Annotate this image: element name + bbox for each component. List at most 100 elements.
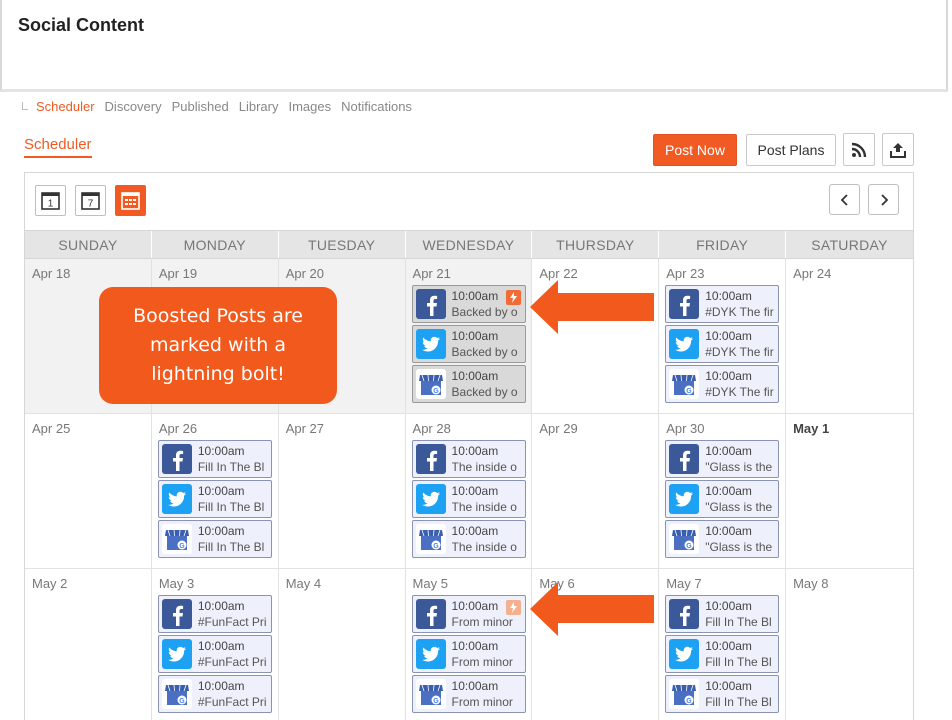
weekday-header-wednesday: WEDNESDAY (406, 231, 533, 258)
sub-navigation: Scheduler Discovery Published Library Im… (22, 99, 422, 114)
scheduled-post-facebook[interactable]: 10:00am Backed by o (411, 285, 526, 323)
scheduled-post-google[interactable]: G 10:00am Backed by o (411, 365, 526, 403)
scheduled-post-twitter[interactable]: 10:00am #DYK The fir (665, 325, 780, 363)
calendar-day-cell[interactable]: May 1 (786, 414, 913, 568)
calendar: 1 7 SUNDAY MONDAY TUESDAY WEDNESDAY THUR… (24, 172, 914, 720)
day-date-label: May 3 (158, 576, 195, 591)
post-preview-text: #FunFact Pri (197, 615, 267, 629)
calendar-day-icon: 1 (41, 192, 60, 210)
twitter-icon (415, 484, 446, 514)
post-plans-button[interactable]: Post Plans (746, 134, 836, 166)
post-time: 10:00am (451, 524, 499, 538)
facebook-icon (415, 289, 446, 319)
post-preview-text: From minor (451, 615, 513, 629)
day-date-label: Apr 22 (539, 266, 578, 281)
month-view-button[interactable] (115, 185, 146, 216)
scheduled-post-google[interactable]: G 10:00am Fill In The Bl (665, 675, 780, 713)
scheduled-post-facebook[interactable]: 10:00am Fill In The Bl (665, 595, 780, 633)
scheduled-post-google[interactable]: G 10:00am The inside o (411, 520, 526, 558)
scheduled-post-twitter[interactable]: 10:00am #FunFact Pri (157, 635, 272, 673)
scheduled-post-google[interactable]: G 10:00am #FunFact Pri (157, 675, 272, 713)
scheduled-post-google[interactable]: G 10:00am "Glass is the (665, 520, 780, 558)
post-now-button[interactable]: Post Now (653, 134, 737, 166)
svg-text:G: G (433, 543, 439, 550)
calendar-day-cell[interactable]: Apr 28 10:00am The inside o 10:00am The insi… (406, 414, 533, 568)
calendar-day-cell[interactable]: Apr 26 10:00am Fill In The Bl 10:00am Fill I… (152, 414, 279, 568)
day-date-label: Apr 20 (285, 266, 324, 281)
scheduled-post-google[interactable]: G 10:00am From minor (411, 675, 526, 713)
scheduled-post-twitter[interactable]: 10:00am "Glass is the (665, 480, 780, 518)
scheduled-post-facebook[interactable]: 10:00am The inside o (411, 440, 526, 478)
scheduled-post-facebook[interactable]: 10:00am #DYK The fir (665, 285, 780, 323)
scheduled-post-twitter[interactable]: 10:00am The inside o (411, 480, 526, 518)
day-date-label: Apr 26 (158, 421, 198, 436)
google-icon: G (669, 679, 700, 709)
twitter-icon (415, 329, 446, 359)
post-preview-text: Backed by o (451, 385, 518, 399)
subnav-item-published[interactable]: Published (172, 99, 229, 114)
post-time: 10:00am (451, 599, 499, 613)
calendar-day-cell[interactable]: May 5 10:00am From minor 10:00am From minor G… (406, 569, 533, 720)
scheduled-post-twitter[interactable]: 10:00am From minor (411, 635, 526, 673)
calendar-day-cell[interactable]: May 7 10:00am Fill In The Bl 10:00am Fill In… (659, 569, 787, 720)
day-date-label: Apr 25 (32, 421, 71, 436)
subnav-item-library[interactable]: Library (239, 99, 279, 114)
subnav-item-notifications[interactable]: Notifications (341, 99, 412, 114)
scheduled-post-twitter[interactable]: 10:00am Fill In The Bl (157, 480, 272, 518)
post-time: 10:00am (197, 484, 245, 498)
scheduled-post-facebook[interactable]: 10:00am #FunFact Pri (157, 595, 272, 633)
post-time: 10:00am (197, 444, 245, 458)
subnav-item-images[interactable]: Images (288, 99, 331, 114)
scheduled-post-facebook[interactable]: 10:00am "Glass is the (665, 440, 780, 478)
post-preview-text: From minor (451, 655, 513, 669)
facebook-icon (669, 444, 700, 474)
svg-text:G: G (686, 388, 692, 395)
google-icon: G (161, 524, 192, 554)
tab-scheduler[interactable]: Scheduler (24, 136, 92, 158)
calendar-day-cell[interactable]: Apr 23 10:00am #DYK The fir 10:00am #DYK The… (659, 259, 787, 413)
day-date-label: Apr 21 (412, 266, 451, 281)
calendar-day-cell[interactable]: Apr 29 (532, 414, 660, 568)
scheduled-post-facebook[interactable]: 10:00am From minor (411, 595, 526, 633)
post-preview-text: Fill In The Bl (197, 500, 265, 514)
post-preview-text: #DYK The fir (705, 305, 774, 319)
export-button[interactable] (882, 133, 914, 166)
previous-month-button[interactable] (829, 184, 860, 215)
post-preview-text: #FunFact Pri (197, 695, 267, 709)
rss-icon (851, 142, 867, 157)
scheduled-post-google[interactable]: G 10:00am Fill In The Bl (157, 520, 272, 558)
calendar-day-cell[interactable]: May 4 (279, 569, 406, 720)
svg-text:G: G (686, 698, 692, 705)
twitter-icon (161, 484, 192, 514)
week-view-button[interactable]: 7 (75, 185, 106, 216)
subnav-item-discovery[interactable]: Discovery (105, 99, 162, 114)
day-view-button[interactable]: 1 (35, 185, 66, 216)
post-time: 10:00am (705, 599, 752, 613)
google-icon: G (161, 679, 192, 709)
post-time: 10:00am (451, 369, 499, 383)
rss-feed-button[interactable] (843, 133, 875, 166)
calendar-day-cell[interactable]: May 8 (786, 569, 913, 720)
scheduled-post-twitter[interactable]: 10:00am Backed by o (411, 325, 526, 363)
calendar-day-cell[interactable]: Apr 30 10:00am "Glass is the 10:00am "Glass … (659, 414, 787, 568)
next-month-button[interactable] (868, 184, 899, 215)
calendar-day-cell[interactable]: Apr 21 10:00am Backed by o 10:00am Backed by… (405, 259, 533, 413)
subnav-item-scheduler[interactable]: Scheduler (36, 99, 95, 114)
scheduled-post-twitter[interactable]: 10:00am Fill In The Bl (665, 635, 780, 673)
upload-icon (890, 142, 906, 158)
facebook-icon (415, 444, 446, 474)
post-preview-text: Fill In The Bl (705, 655, 772, 669)
svg-text:7: 7 (88, 199, 94, 210)
svg-text:G: G (433, 698, 439, 705)
google-icon: G (415, 369, 446, 399)
scheduled-post-google[interactable]: G 10:00am #DYK The fir (665, 365, 780, 403)
google-icon: G (415, 679, 446, 709)
lightning-bolt-icon (505, 600, 521, 615)
post-time: 10:00am (197, 679, 245, 693)
calendar-day-cell[interactable]: Apr 27 (279, 414, 406, 568)
calendar-day-cell[interactable]: Apr 24 (786, 259, 913, 413)
calendar-day-cell[interactable]: May 2 (25, 569, 152, 720)
scheduled-post-facebook[interactable]: 10:00am Fill In The Bl (157, 440, 272, 478)
calendar-day-cell[interactable]: Apr 25 (25, 414, 152, 568)
calendar-day-cell[interactable]: May 3 10:00am #FunFact Pri 10:00am #FunFact … (152, 569, 279, 720)
